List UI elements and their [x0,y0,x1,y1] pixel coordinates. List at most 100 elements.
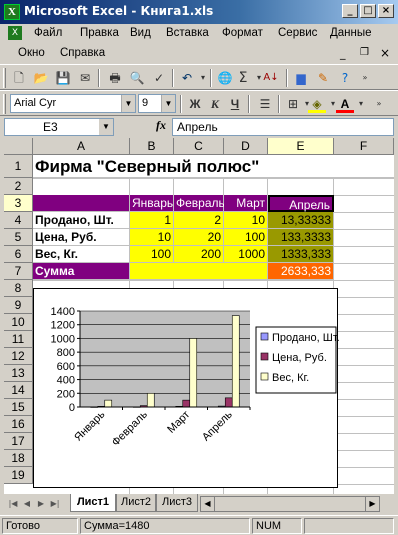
row-header[interactable]: 14 [4,382,33,399]
open-icon[interactable]: 📂 [32,69,50,87]
column-header-d[interactable]: D [224,138,268,155]
cell-a6[interactable]: Вес, Кг. [33,246,130,263]
column-header-a[interactable]: A [33,138,130,155]
cell-a7[interactable]: Сумма [33,263,130,280]
cell-a4[interactable]: Продано, Шт. [33,212,130,229]
chevron-down-icon[interactable]: ▼ [121,95,135,112]
minimize-button[interactable]: _ [342,4,358,18]
scroll-right-icon[interactable]: ▶ [365,497,379,511]
font-name-select[interactable]: Arial Cyr ▼ [10,94,136,113]
row-header[interactable]: 4 [4,212,33,229]
doc-minimize-button[interactable]: _ [340,47,346,60]
legend[interactable]: Продано, Шт. Цена, Руб. Вес, Кг. [255,326,340,394]
cell-b3[interactable]: Январь [130,195,174,212]
menu-view[interactable]: Вид [130,27,151,39]
doc-restore-button[interactable]: ❐ [360,47,369,58]
cell-e4[interactable]: 13,33333 [268,212,334,229]
cell-b5[interactable]: 10 [130,229,174,246]
menu-data[interactable]: Данные [330,27,372,39]
chevron-down-icon[interactable]: ▼ [99,119,113,135]
prev-sheet-icon[interactable]: ◀ [20,497,34,511]
menu-format[interactable]: Формат [222,27,263,39]
toolbar-options-icon[interactable]: » [356,69,374,87]
chevron-down-icon[interactable]: ▼ [161,95,175,112]
cell-a3[interactable] [33,195,130,212]
column-header-f[interactable]: F [334,138,394,155]
maximize-button[interactable]: □ [360,4,376,18]
formula-input[interactable]: Апрель [172,118,394,136]
cell-b7-d7[interactable] [130,263,268,280]
print-icon[interactable]: 🖶 [106,69,124,87]
cell-c3[interactable]: Февраль [174,195,225,212]
cell-e7[interactable]: 2633,333 [268,263,334,280]
menu-tools[interactable]: Сервис [278,27,317,39]
excel-app-icon[interactable]: X [4,4,20,20]
horizontal-scrollbar[interactable]: ◀ ▶ [200,496,380,512]
row-header[interactable]: 3 [4,195,33,212]
row-header[interactable]: 17 [4,433,33,450]
hyperlink-icon[interactable]: 🌐 [216,69,234,87]
row-header[interactable]: 5 [4,229,33,246]
column-header-e[interactable]: E [268,138,334,155]
select-all-corner[interactable] [4,138,33,155]
cell-d3[interactable]: Март [224,195,268,212]
cell-e3-active[interactable]: Апрель [268,195,334,212]
row-header[interactable]: 6 [4,246,33,263]
cell-c6[interactable]: 200 [174,246,224,263]
row-header[interactable]: 8 [4,280,33,297]
name-box[interactable]: E3 ▼ [4,118,114,136]
sort-ascending-icon[interactable]: A↓ [262,69,280,87]
column-header-c[interactable]: C [174,138,224,155]
cell-b4[interactable]: 1 [130,212,174,229]
last-sheet-icon[interactable]: ▶| [48,497,62,511]
sheet-title-cell[interactable]: Фирма "Северный полюс" [33,155,394,178]
scroll-left-icon[interactable]: ◀ [201,497,215,511]
menu-help[interactable]: Справка [60,47,105,59]
drawing-icon[interactable]: ✎ [314,69,332,87]
italic-button[interactable]: К [206,95,224,113]
chart-wizard-icon[interactable]: ▆ [292,69,310,87]
save-icon[interactable]: 💾 [54,69,72,87]
print-preview-icon[interactable]: 🔍 [128,69,146,87]
spelling-icon[interactable]: ✓ [150,69,168,87]
menu-edit[interactable]: Правка [80,27,119,39]
sheet-tab-3[interactable]: Лист3 [156,494,198,512]
new-icon[interactable]: 🗋 [10,69,28,87]
row-header[interactable]: 18 [4,450,33,467]
sheet-tab-2[interactable]: Лист2 [116,494,156,512]
bold-button[interactable]: Ж [186,95,204,113]
embedded-chart[interactable]: 1400 1200 1000 800 600 400 200 0 Январь Февраль М… [33,288,340,488]
font-size-select[interactable]: 9 ▼ [138,94,176,113]
first-sheet-icon[interactable]: |◀ [6,497,20,511]
toolbar-grip[interactable] [3,68,6,88]
cell-b6[interactable]: 100 [130,246,174,263]
row-header[interactable]: 19 [4,467,33,484]
cell-d4[interactable]: 10 [224,212,268,229]
permission-icon[interactable]: ✉ [76,69,94,87]
row-header[interactable]: 15 [4,399,33,416]
menu-insert[interactable]: Вставка [166,27,209,39]
close-button[interactable]: × [378,4,394,18]
menu-file[interactable]: Файл [34,27,62,39]
row-header[interactable]: 12 [4,348,33,365]
align-center-icon[interactable]: ☰ [256,95,274,113]
cell-d6[interactable]: 1000 [224,246,268,263]
row-header[interactable]: 7 [4,263,33,280]
cell-d5[interactable]: 100 [224,229,268,246]
cell-a5[interactable]: Цена, Руб. [33,229,130,246]
cell-c5[interactable]: 20 [174,229,224,246]
row-header[interactable]: 9 [4,297,33,314]
row-header[interactable]: 10 [4,314,33,331]
cell-e6[interactable]: 1333,333 [268,246,334,263]
sheet-tab-1[interactable]: Лист1 [70,494,116,512]
font-color-dropdown-icon[interactable]: ▾ [352,95,370,113]
row-header[interactable]: 1 [4,155,33,178]
help-icon[interactable]: ? [336,69,354,87]
toolbar-grip[interactable] [3,94,6,114]
cell-c4[interactable]: 2 [174,212,224,229]
row-header[interactable]: 11 [4,331,33,348]
toolbar-options-icon[interactable]: » [370,95,388,113]
column-header-b[interactable]: B [130,138,174,155]
row-header[interactable]: 2 [4,178,33,195]
menu-window[interactable]: Окно [18,47,45,59]
